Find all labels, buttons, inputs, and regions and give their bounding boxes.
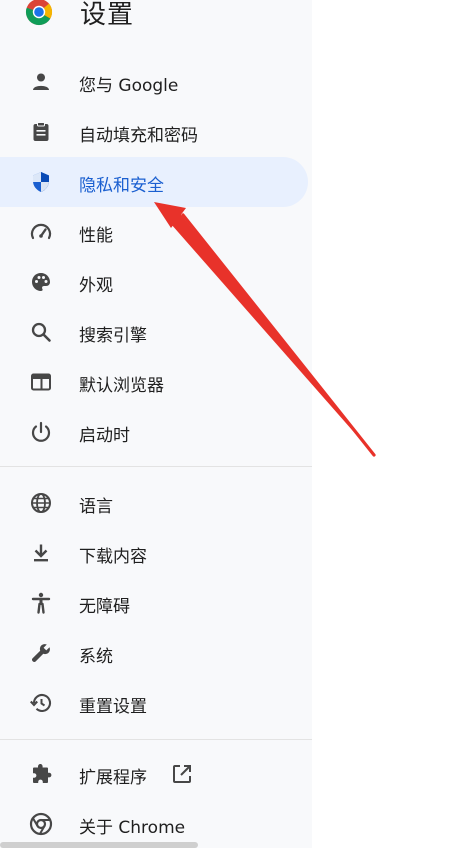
sidebar-item-label: 性能 (79, 226, 113, 246)
sidebar-divider (0, 466, 312, 467)
sidebar-item-on-startup[interactable]: 启动时 (0, 407, 308, 457)
sidebar-item-autofill[interactable]: 自动填充和密码 (0, 107, 308, 157)
sidebar-item-about-chrome[interactable]: 关于 Chrome (0, 799, 308, 848)
sidebar-item-label: 系统 (79, 647, 113, 667)
sidebar-item-label: 关于 Chrome (79, 818, 186, 838)
sidebar-item-label: 您与 Google (79, 76, 179, 96)
page-title: 设置 (80, 0, 135, 30)
sidebar-item-label: 启动时 (79, 426, 130, 446)
chrome-logo-icon (25, 0, 53, 26)
sidebar-item-privacy-security[interactable]: 隐私和安全 (0, 157, 308, 207)
sidebar-item-languages[interactable]: 语言 (0, 478, 308, 528)
speedometer-icon (30, 223, 52, 240)
puzzle-icon (33, 764, 52, 783)
sidebar-item-system[interactable]: 系统 (0, 628, 308, 678)
palette-icon (32, 273, 50, 291)
accessibility-icon (31, 592, 51, 614)
open-in-new-icon[interactable] (171, 763, 193, 785)
sidebar-item-label: 下载内容 (79, 547, 147, 567)
sidebar-item-search-engine[interactable]: 搜索引擎 (0, 307, 308, 357)
shield-icon (33, 172, 49, 192)
download-icon (34, 544, 48, 562)
sidebar-item-label: 外观 (79, 276, 113, 296)
sidebar-item-appearance[interactable]: 外观 (0, 257, 308, 307)
sidebar-item-default-browser[interactable]: 默认浏览器 (0, 357, 308, 407)
history-icon (30, 694, 52, 712)
sidebar-item-downloads[interactable]: 下载内容 (0, 528, 308, 578)
chrome-icon (29, 812, 53, 836)
sidebar-item-label: 扩展程序 (79, 768, 147, 788)
sidebar-item-label: 隐私和安全 (79, 176, 164, 196)
sidebar-item-accessibility[interactable]: 无障碍 (0, 578, 308, 628)
sidebar-item-label: 自动填充和密码 (79, 126, 198, 146)
sidebar-item-reset-settings[interactable]: 重置设置 (0, 678, 308, 728)
sidebar-item-label: 搜索引擎 (79, 326, 147, 346)
sidebar-divider (0, 739, 312, 740)
clipboard-icon (33, 122, 49, 141)
sidebar-item-label: 默认浏览器 (79, 376, 164, 396)
sidebar-item-label: 无障碍 (79, 597, 130, 617)
horizontal-scrollbar[interactable] (0, 842, 198, 848)
sidebar-item-you-and-google[interactable]: 您与 Google (0, 57, 308, 107)
search-icon (31, 322, 51, 342)
sidebar-item-label: 语言 (79, 497, 113, 517)
browser-window-icon (31, 373, 51, 391)
power-icon (31, 421, 51, 442)
globe-icon (31, 493, 51, 513)
sidebar-item-label: 重置设置 (79, 697, 147, 717)
person-icon (33, 73, 49, 90)
settings-page: 设置 您与 Google 自动填充和密码 隐私和安全 性能 外观 搜索引擎 默认… (0, 0, 468, 848)
wrench-icon (31, 644, 50, 663)
sidebar-item-extensions[interactable]: 扩展程序 (0, 749, 308, 799)
settings-header: 设置 (0, 0, 312, 40)
settings-sidebar: 设置 您与 Google 自动填充和密码 隐私和安全 性能 外观 搜索引擎 默认… (0, 0, 312, 848)
sidebar-item-performance[interactable]: 性能 (0, 207, 308, 257)
